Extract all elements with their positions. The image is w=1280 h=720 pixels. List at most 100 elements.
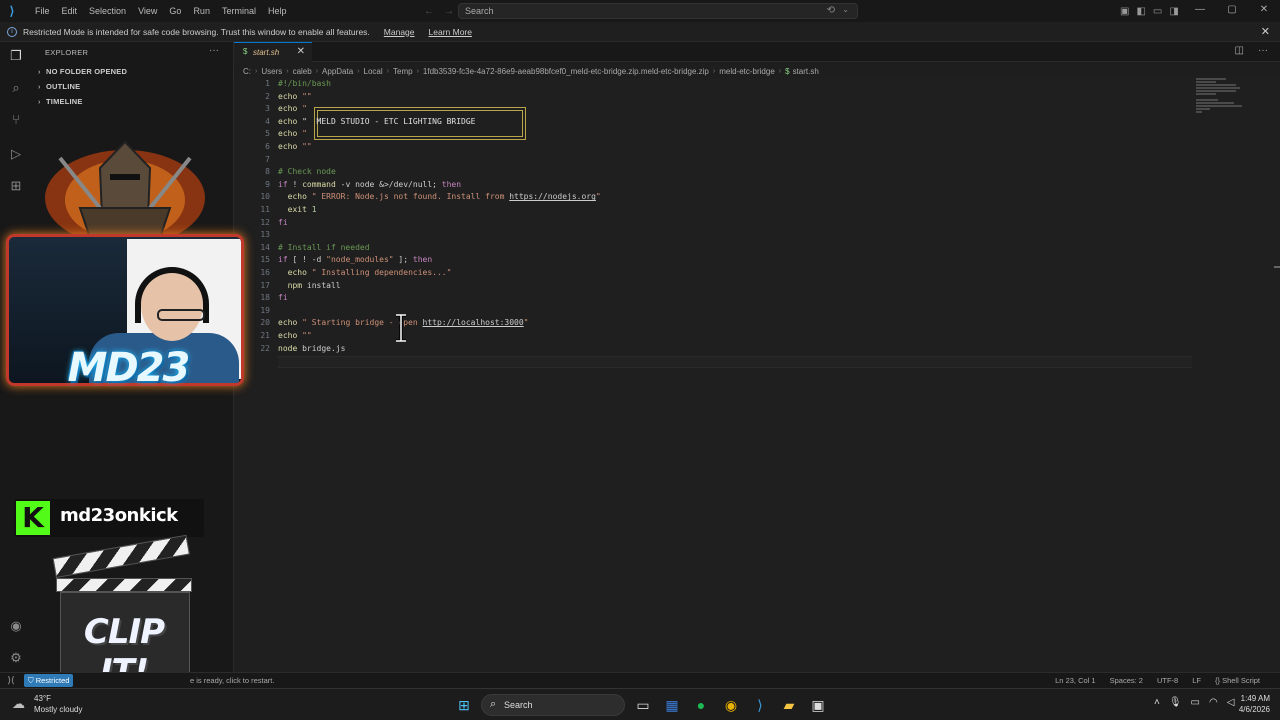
wifi-icon[interactable]: ◠ [1209, 697, 1218, 708]
app-icon[interactable]: ▦ [662, 695, 682, 715]
taskbar-search-label: Search [504, 700, 533, 710]
breadcrumb-item[interactable]: meld-etc-bridge [719, 67, 775, 76]
text-cursor-icon [396, 314, 406, 342]
chevron-right-icon: › [286, 67, 289, 75]
tab-start-sh[interactable]: $ start.sh ✕ [234, 42, 312, 62]
task-view-icon[interactable]: ▭ [633, 695, 653, 715]
start-icon[interactable]: ⊞ [454, 695, 474, 715]
more-actions-icon[interactable]: ··· [209, 45, 219, 56]
chevron-right-icon: › [386, 67, 389, 75]
code-editor[interactable]: 1 2 3 4 5 6 7 8 9 10 11 12 13 14 15 16 1… [234, 78, 1280, 672]
learn-more-link[interactable]: Learn More [429, 27, 472, 37]
manage-link[interactable]: Manage [384, 27, 415, 37]
menu-selection[interactable]: Selection [83, 0, 132, 22]
menu-view[interactable]: View [132, 0, 163, 22]
indentation[interactable]: Spaces: 2 [1110, 676, 1143, 685]
code-line: echo " Installing dependencies..." [287, 268, 452, 277]
shell-file-icon: $ [243, 47, 248, 56]
maximize-icon[interactable]: ▢ [1216, 0, 1248, 22]
close-window-icon[interactable]: ✕ [1248, 0, 1280, 22]
line-number: 2 [265, 91, 270, 101]
copilot-icon[interactable]: ⟲ [827, 5, 835, 16]
vscode-icon[interactable]: ⟩ [750, 695, 770, 715]
back-arrow-icon[interactable]: ← [424, 6, 434, 17]
search-icon[interactable]: ⌕ [8, 80, 24, 96]
editor-actions: ◫ ··· [1235, 45, 1268, 56]
command-center-search[interactable]: Search ⟲ ⌄ [458, 3, 858, 19]
vscode-logo-icon: ⟩ [9, 4, 15, 18]
cursor-position[interactable]: Ln 23, Col 1 [1055, 676, 1095, 685]
code-line: echo " ERROR: Node.js not found. Install… [287, 192, 601, 202]
breadcrumb-item[interactable]: C: [243, 67, 251, 76]
code-line: node bridge.js [278, 343, 346, 353]
breadcrumb-item[interactable]: Local [364, 67, 383, 76]
minimize-icon[interactable]: — [1184, 0, 1216, 22]
section-outline[interactable]: › OUTLINE [38, 82, 80, 91]
nodejs-link[interactable]: https://nodejs.org [509, 192, 596, 201]
chevron-right-icon: › [357, 67, 360, 75]
line-number: 4 [265, 116, 270, 126]
source-control-icon[interactable]: ⑂ [8, 112, 24, 128]
code-line: npm install [287, 280, 341, 290]
extension-host-message[interactable]: e is ready, click to restart. [190, 676, 274, 685]
search-icon: ⌕ [490, 698, 497, 710]
time: 1:49 AM [1240, 694, 1270, 703]
close-icon[interactable]: ✕ [297, 46, 305, 57]
section-no-folder[interactable]: › NO FOLDER OPENED [38, 67, 127, 76]
breadcrumb-item[interactable]: 1fdb3539-fc3e-4a72-86e9-aeab98bfcef0_mel… [423, 67, 709, 76]
split-editor-icon[interactable]: ◫ [1235, 45, 1244, 56]
gear-icon[interactable]: ⚙ [8, 650, 24, 666]
remote-icon[interactable]: ⟩⟨ [0, 673, 22, 688]
toggle-secondary-sidebar-icon[interactable]: ◨ [1169, 6, 1178, 17]
customize-layout-icon[interactable]: ▣ [1120, 6, 1129, 17]
taskbar-search[interactable]: ⌕ Search [481, 694, 625, 716]
braces-icon: {} [1214, 676, 1223, 685]
status-bar: ⟩⟨ ⛉ Restricted e is ready, click to res… [0, 672, 1280, 688]
system-tray: ˄ 🎙 ▭ ◠ ◁ [1154, 697, 1234, 708]
section-label: NO FOLDER OPENED [46, 67, 128, 76]
microphone-icon[interactable]: 🎙 [1169, 697, 1182, 708]
clock[interactable]: 1:49 AM 4/6/2026 [1228, 693, 1270, 715]
more-actions-icon[interactable]: ··· [1258, 45, 1268, 56]
menu-run[interactable]: Run [187, 0, 216, 22]
breadcrumb-item[interactable]: AppData [322, 67, 353, 76]
toggle-panel-icon[interactable]: ▭ [1153, 6, 1162, 17]
menu-terminal[interactable]: Terminal [216, 0, 262, 22]
kick-handle-overlay: K md23onkick [14, 499, 204, 537]
restricted-mode-badge[interactable]: ⛉ Restricted [24, 674, 74, 687]
terminal-icon[interactable]: ▣ [808, 695, 828, 715]
section-label: OUTLINE [46, 82, 81, 91]
account-icon[interactable]: ◉ [8, 618, 24, 634]
chevron-up-icon[interactable]: ˄ [1154, 697, 1160, 708]
display-icon[interactable]: ▭ [1191, 697, 1200, 708]
menu-file[interactable]: File [29, 0, 56, 22]
explorer-icon[interactable]: ❐ [8, 48, 24, 64]
search-input-placeholder: Search [465, 6, 494, 16]
file-explorer-icon[interactable]: ▰ [779, 695, 799, 715]
breadcrumb-item[interactable]: Temp [393, 67, 413, 76]
menu-edit[interactable]: Edit [56, 0, 84, 22]
breadcrumb-item[interactable]: start.sh [793, 67, 819, 76]
knight-emblem-icon [45, 140, 205, 242]
menu-bar: File Edit Selection View Go Run Terminal… [29, 0, 292, 22]
windows-taskbar: ☁ 43°F Mostly cloudy ⊞ ⌕ Search ▭ ▦ ● ◉ … [0, 688, 1280, 720]
encoding[interactable]: UTF-8 [1157, 676, 1178, 685]
close-icon[interactable]: ✕ [1261, 25, 1270, 38]
spotify-icon[interactable]: ● [691, 695, 711, 715]
chevron-down-icon[interactable]: ⌄ [842, 5, 849, 14]
forward-arrow-icon[interactable]: → [444, 6, 454, 17]
chrome-icon[interactable]: ◉ [721, 695, 741, 715]
toggle-sidebar-icon[interactable]: ◧ [1136, 6, 1145, 17]
breadcrumb-item[interactable]: caleb [293, 67, 312, 76]
language-mode[interactable]: {} Shell Script [1215, 676, 1260, 685]
end-of-line[interactable]: LF [1192, 676, 1201, 685]
section-timeline[interactable]: › TIMELINE [38, 97, 83, 106]
code-line: # Install if needed [278, 242, 370, 252]
scrollbar[interactable] [1274, 266, 1280, 268]
menu-go[interactable]: Go [163, 0, 187, 22]
breadcrumb-item[interactable]: Users [261, 67, 282, 76]
menu-help[interactable]: Help [262, 0, 293, 22]
localhost-link[interactable]: http://localhost:3000 [423, 318, 524, 327]
nav-arrows: ← → [424, 0, 454, 22]
minimap[interactable] [1196, 78, 1246, 118]
